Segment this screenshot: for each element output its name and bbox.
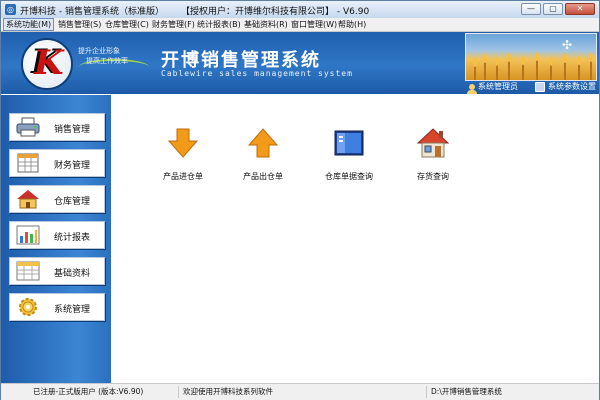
- title-bar[interactable]: ◎ 开博科技 - 销售管理系统（标准版） 【授权用户：开博维尔科技有限公司】 -…: [1, 1, 599, 19]
- menu-window[interactable]: 窗口管理(W): [289, 18, 339, 31]
- user-bar: 系统管理员 系统参数设置: [465, 81, 599, 94]
- system-settings-label: 系统参数设置: [548, 82, 596, 91]
- status-registration: 已注册-正式版用户 (版本:V6.90): [29, 386, 179, 398]
- tile-product-inbound[interactable]: 产品进仓单: [148, 127, 218, 187]
- system-subtitle: Cablewire sales management system: [161, 69, 353, 78]
- slogan: 提升企业形象 提高工作效率: [78, 46, 128, 66]
- status-path: D:\开博销售管理系统: [431, 387, 502, 396]
- sidebar-item-label: 统计报表: [54, 233, 91, 243]
- sidebar-item-label: 基础资料: [54, 269, 91, 279]
- maximize-icon: ▢: [549, 4, 557, 13]
- sidebar-item-sales[interactable]: 销售管理: [9, 113, 105, 141]
- minimize-icon: —: [527, 4, 535, 13]
- sidebar-item-label: 销售管理: [54, 125, 91, 135]
- close-button[interactable]: ✕: [565, 3, 595, 15]
- current-user-label: 系统管理员: [478, 82, 518, 91]
- window-icon: [334, 130, 364, 156]
- main-content: 产品进仓单 产品出仓单 仓库单据查询 存货查询: [111, 95, 599, 383]
- sidebar: 销售管理 财务管理 仓库管理 统计报表 基础资料 系统管理: [1, 95, 111, 383]
- menu-system[interactable]: 系统功能(M): [3, 18, 55, 31]
- close-icon: ✕: [576, 4, 584, 13]
- tile-warehouse-query[interactable]: 仓库单据查询: [314, 127, 384, 187]
- maximize-button[interactable]: ▢: [543, 3, 563, 15]
- company-logo: K K: [21, 38, 73, 90]
- gear-icon: [19, 298, 37, 316]
- tile-label: 仓库单据查询: [325, 172, 373, 181]
- sidebar-item-finance[interactable]: 财务管理: [9, 149, 105, 177]
- settings-icon: [535, 81, 545, 92]
- current-user-link[interactable]: 系统管理员: [467, 81, 518, 94]
- menu-reports[interactable]: 统计报表(B): [195, 18, 243, 31]
- sidebar-item-label: 仓库管理: [54, 197, 91, 207]
- status-welcome: 欢迎使用开博科技系列软件: [179, 386, 427, 398]
- menu-bar: 系统功能(M) 销售管理(S) 仓库管理(C) 财务管理(F) 统计报表(B) …: [1, 18, 599, 32]
- tile-label: 存货查询: [417, 172, 449, 181]
- window-title: 开博科技 - 销售管理系统（标准版）: [20, 7, 164, 17]
- menu-sales[interactable]: 销售管理(S): [56, 18, 103, 31]
- slogan-line-2: 提高工作效率: [86, 57, 128, 65]
- tile-label: 产品进仓单: [163, 172, 203, 181]
- system-settings-link[interactable]: 系统参数设置: [535, 81, 596, 92]
- app-window: ◎ 开博科技 - 销售管理系统（标准版） 【授权用户：开博维尔科技有限公司】 -…: [0, 0, 600, 400]
- menu-basic-data[interactable]: 基础资料(R): [242, 18, 290, 31]
- sidebar-item-basic-data[interactable]: 基础资料: [9, 257, 105, 285]
- wheat-field-image: ✣: [465, 33, 597, 81]
- arrow-up-icon: [247, 128, 279, 158]
- menu-warehouse[interactable]: 仓库管理(C): [103, 18, 151, 31]
- house-icon: [417, 128, 449, 158]
- tile-label: 产品出仓单: [243, 172, 283, 181]
- app-icon[interactable]: ◎: [5, 4, 16, 15]
- status-bar: 已注册-正式版用户 (版本:V6.90) 欢迎使用开博科技系列软件 D:\开博销…: [1, 383, 599, 400]
- bar-chart-icon: [16, 225, 40, 245]
- menu-finance[interactable]: 财务管理(F): [150, 18, 197, 31]
- arrow-down-icon: [167, 128, 199, 158]
- tile-inventory-query[interactable]: 存货查询: [398, 127, 468, 187]
- ledger-icon: [17, 153, 39, 173]
- tile-product-outbound[interactable]: 产品出仓单: [228, 127, 298, 187]
- slogan-line-1: 提升企业形象: [78, 47, 120, 55]
- logo-letter: K: [34, 43, 64, 83]
- menu-help[interactable]: 帮助(H): [336, 18, 368, 31]
- windmill-icon: ✣: [562, 38, 573, 52]
- printer-icon: [16, 117, 40, 137]
- sidebar-item-label: 财务管理: [54, 161, 91, 171]
- house-icon: [17, 190, 39, 209]
- sidebar-item-warehouse[interactable]: 仓库管理: [9, 185, 105, 213]
- table-icon: [16, 261, 40, 281]
- sidebar-item-reports[interactable]: 统计报表: [9, 221, 105, 249]
- sidebar-item-system[interactable]: 系统管理: [9, 293, 105, 321]
- sidebar-item-label: 系统管理: [54, 305, 91, 315]
- license-info: 【授权用户：开博维尔科技有限公司】 - V6.90: [181, 7, 370, 17]
- minimize-button[interactable]: —: [521, 3, 541, 15]
- user-icon: [467, 83, 477, 94]
